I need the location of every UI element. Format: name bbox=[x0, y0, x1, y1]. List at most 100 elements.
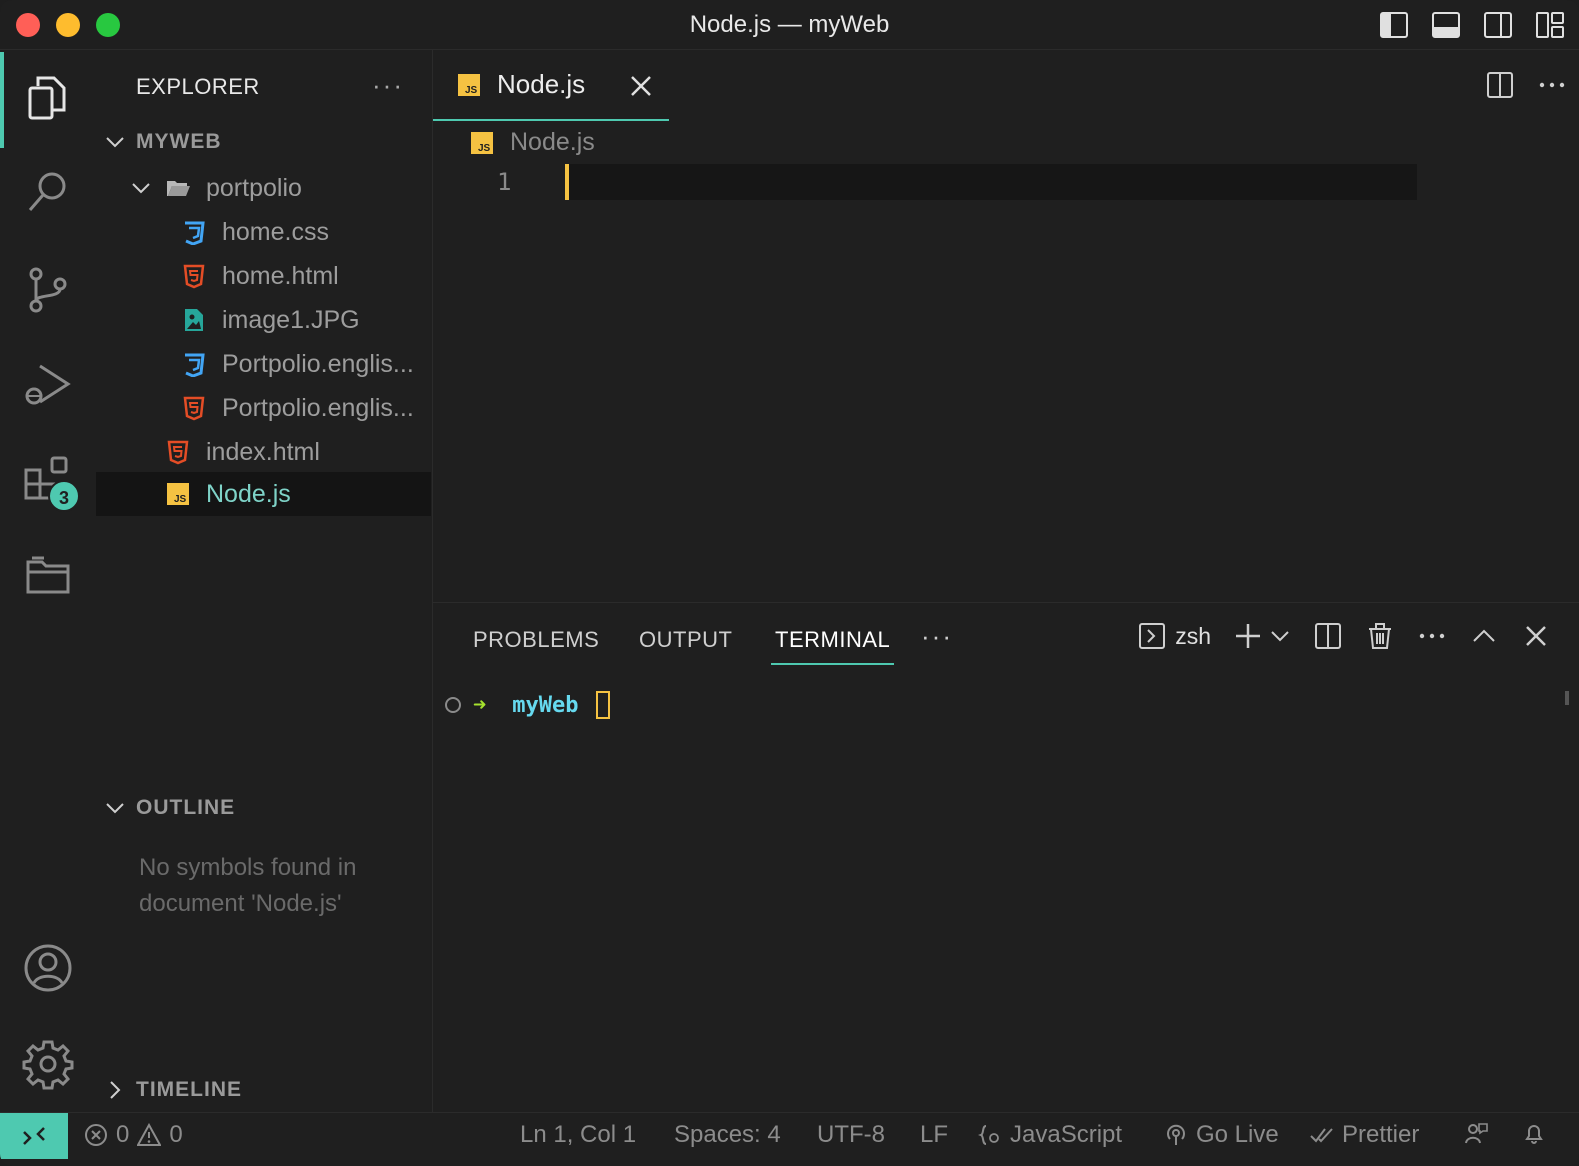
search-icon[interactable] bbox=[20, 164, 76, 220]
workspace-name: MYWEB bbox=[136, 130, 222, 153]
tree-label: Portpolio.englis... bbox=[222, 393, 414, 422]
customize-layout-icon[interactable] bbox=[1535, 10, 1565, 40]
chevron-down-icon bbox=[132, 183, 150, 194]
tree-file-home-css[interactable]: home.css bbox=[96, 210, 431, 254]
outline-empty-message: No symbols found in document 'Node.js' bbox=[139, 854, 357, 917]
more-actions-icon[interactable] bbox=[1417, 621, 1447, 651]
svg-text:JS: JS bbox=[174, 494, 187, 505]
tree-file-portpolio-english-html[interactable]: Portpolio.englis... bbox=[96, 386, 431, 430]
timeline-title: TIMELINE bbox=[136, 1078, 242, 1101]
new-terminal-group bbox=[1233, 621, 1291, 651]
folder-open-icon bbox=[164, 174, 192, 202]
error-icon bbox=[85, 1124, 107, 1146]
encoding[interactable]: UTF-8 bbox=[817, 1121, 885, 1149]
outline-section-header[interactable]: OUTLINE bbox=[104, 796, 235, 820]
tab-terminal[interactable]: TERMINAL bbox=[771, 627, 895, 665]
tree-file-index-html[interactable]: index.html bbox=[96, 430, 431, 474]
broadcast-icon bbox=[1167, 1124, 1185, 1145]
terminal-toolbar: zsh bbox=[1137, 621, 1551, 651]
timeline-section-header[interactable]: TIMELINE bbox=[104, 1078, 242, 1102]
tree-folder-portpolio[interactable]: portpolio bbox=[96, 166, 431, 210]
code-editor[interactable]: 1 bbox=[433, 122, 1579, 602]
problems-indicator[interactable]: 0 0 bbox=[84, 1121, 183, 1149]
notifications-button[interactable] bbox=[1522, 1121, 1546, 1145]
split-editor-icon[interactable] bbox=[1485, 70, 1515, 100]
workspace-section-header[interactable]: MYWEB bbox=[104, 130, 222, 154]
accounts-icon[interactable] bbox=[20, 940, 76, 996]
tree-label: home.css bbox=[222, 217, 329, 246]
tree-label: Node.js bbox=[206, 479, 291, 508]
title-bar: Node.js — myWeb bbox=[0, 0, 1579, 50]
end-of-line[interactable]: LF bbox=[920, 1121, 948, 1149]
toggle-panel-icon[interactable] bbox=[1431, 10, 1461, 40]
js-file-icon: JS bbox=[455, 71, 483, 99]
tree-file-node-js[interactable]: JS Node.js bbox=[96, 472, 431, 516]
bottom-panel: PROBLEMS OUTPUT TERMINAL ··· zsh ➜ myWeb bbox=[433, 602, 1579, 1112]
html-file-icon bbox=[180, 262, 208, 290]
status-bar: 0 0 Ln 1, Col 1 Spaces: 4 UTF-8 LF JavaS… bbox=[0, 1112, 1579, 1159]
tree-file-home-html[interactable]: home.html bbox=[96, 254, 431, 298]
feedback-icon bbox=[1465, 1123, 1488, 1144]
bell-icon bbox=[1525, 1125, 1543, 1144]
close-icon[interactable] bbox=[629, 74, 653, 98]
tree-label: Portpolio.englis... bbox=[222, 349, 414, 378]
sidebar-more-actions[interactable]: ··· bbox=[372, 70, 404, 101]
command-status-dot bbox=[445, 697, 461, 713]
run-and-debug-icon[interactable] bbox=[20, 356, 76, 412]
toggle-primary-sidebar-icon[interactable] bbox=[1379, 10, 1409, 40]
shell-name: zsh bbox=[1175, 622, 1211, 649]
prompt-arrow: ➜ bbox=[473, 692, 487, 718]
settings-gear-icon[interactable] bbox=[20, 1036, 76, 1092]
go-live-button[interactable]: Go Live bbox=[1164, 1121, 1279, 1149]
tab-output[interactable]: OUTPUT bbox=[639, 627, 732, 653]
toggle-secondary-sidebar-icon[interactable] bbox=[1483, 10, 1513, 40]
active-indicator bbox=[0, 52, 4, 148]
close-panel-icon[interactable] bbox=[1521, 621, 1551, 651]
tree-label: image1.JPG bbox=[222, 305, 360, 334]
html-file-icon bbox=[164, 438, 192, 466]
breadcrumb[interactable]: JS Node.js bbox=[468, 128, 595, 157]
text-caret bbox=[565, 164, 569, 200]
cursor-position[interactable]: Ln 1, Col 1 bbox=[520, 1121, 636, 1149]
double-check-icon bbox=[1310, 1128, 1333, 1143]
more-actions-icon[interactable] bbox=[1537, 70, 1567, 100]
warning-count: 0 bbox=[169, 1121, 183, 1148]
chevron-down-icon bbox=[106, 803, 124, 814]
chevron-down-icon[interactable] bbox=[1269, 625, 1291, 647]
prettier-status[interactable]: Prettier bbox=[1310, 1121, 1419, 1149]
terminal-prompt[interactable]: ➜ myWeb bbox=[445, 691, 611, 719]
project-manager-icon[interactable] bbox=[20, 546, 76, 602]
error-count: 0 bbox=[116, 1121, 130, 1148]
svg-text:JS: JS bbox=[478, 143, 491, 154]
tree-file-image1-jpg[interactable]: image1.JPG bbox=[96, 298, 431, 342]
tree-file-portpolio-english-css[interactable]: Portpolio.englis... bbox=[96, 342, 431, 386]
html-file-icon bbox=[180, 394, 208, 422]
tab-label: Node.js bbox=[497, 69, 586, 99]
feedback-button[interactable] bbox=[1464, 1121, 1488, 1145]
terminal-scrollbar[interactable] bbox=[1565, 691, 1569, 705]
maximize-panel-icon[interactable] bbox=[1469, 621, 1499, 651]
outline-title: OUTLINE bbox=[136, 796, 236, 819]
extensions-badge: 3 bbox=[48, 480, 80, 512]
tab-problems[interactable]: PROBLEMS bbox=[473, 627, 599, 653]
warning-icon bbox=[137, 1123, 162, 1146]
trash-icon[interactable] bbox=[1365, 621, 1395, 651]
remote-indicator[interactable] bbox=[0, 1113, 68, 1159]
split-terminal-icon[interactable] bbox=[1313, 621, 1343, 651]
plus-icon[interactable] bbox=[1233, 621, 1263, 651]
explorer-sidebar: EXPLORER ··· MYWEB portpolio home.css ho… bbox=[96, 50, 433, 1112]
explorer-icon[interactable] bbox=[20, 70, 76, 126]
indentation[interactable]: Spaces: 4 bbox=[674, 1121, 781, 1149]
layout-controls bbox=[1379, 10, 1565, 40]
source-control-icon[interactable] bbox=[20, 262, 76, 318]
go-live-label: Go Live bbox=[1196, 1121, 1279, 1148]
css-file-icon bbox=[180, 218, 208, 246]
js-file-icon: JS bbox=[468, 129, 496, 157]
terminal-shell-selector[interactable]: zsh bbox=[1137, 621, 1211, 651]
breadcrumb-file: Node.js bbox=[510, 128, 595, 156]
panel-more-tabs[interactable]: ··· bbox=[921, 621, 953, 652]
language-mode[interactable]: JavaScript bbox=[978, 1121, 1122, 1149]
tab-node-js[interactable]: JS Node.js bbox=[433, 50, 669, 121]
vscode-window: Node.js — myWeb 3 EXPLORER ··· MYWEB por… bbox=[0, 0, 1579, 1166]
terminal-icon bbox=[1139, 623, 1166, 649]
